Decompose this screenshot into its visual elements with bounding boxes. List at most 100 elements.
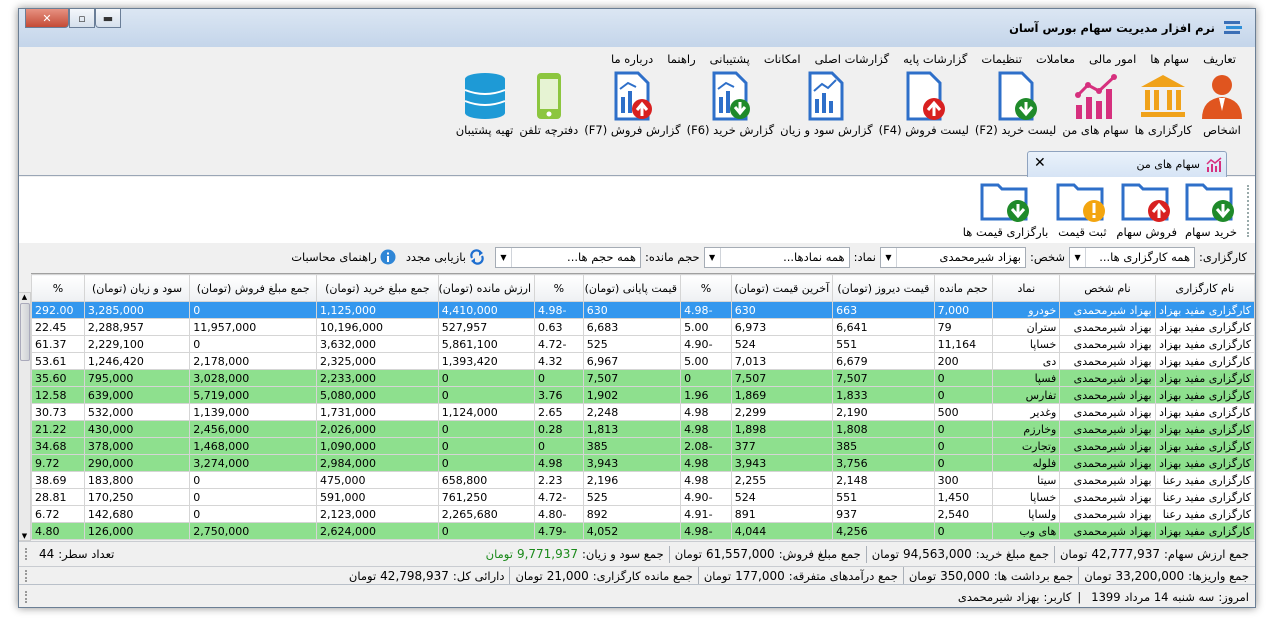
table-row[interactable]: کارگزاری مفید رعنا بهزاد شیرمحمدی سیتا 300 2… [31, 471, 1255, 489]
cell-total-sell[interactable]: 2,456,000 [189, 420, 318, 438]
cell-total-buy[interactable]: 1,090,000 [316, 437, 439, 455]
menu-tools[interactable]: امکانات [757, 50, 808, 68]
cell-final-price[interactable]: 6,967 [582, 352, 682, 370]
cell-last-percent[interactable]: 4.98 [680, 403, 732, 421]
cell-symbol[interactable]: تفارس [992, 386, 1061, 404]
cell-total-sell[interactable]: 11,957,000 [189, 318, 318, 336]
cell-total-sell[interactable]: 1,468,000 [189, 437, 318, 455]
col-last-percent[interactable]: % [680, 274, 732, 302]
cell-symbol[interactable]: وغدیر [992, 403, 1061, 421]
cell-broker[interactable]: کارگزاری مفید بهزاد [1154, 352, 1255, 370]
cell-remain-value[interactable]: 0 [437, 522, 536, 540]
cell-broker[interactable]: کارگزاری مفید بهزاد [1154, 420, 1255, 438]
cell-symbol[interactable]: ستران [992, 318, 1061, 336]
cell-total-sell[interactable]: 2,750,000 [189, 522, 318, 540]
cell-final-price[interactable]: 1,813 [582, 420, 682, 438]
cell-yesterday-price[interactable]: 6,679 [832, 352, 935, 370]
cell-remain-volume[interactable]: 300 [933, 471, 994, 489]
cell-yesterday-price[interactable]: 663 [832, 301, 935, 319]
cell-final-price[interactable]: 1,902 [582, 386, 682, 404]
refresh-button[interactable]: بازیابی مجدد [406, 249, 485, 265]
cell-person[interactable]: بهزاد شیرمحمدی [1059, 369, 1156, 387]
cell-broker[interactable]: کارگزاری مفید بهزاد [1154, 403, 1255, 421]
cell-final-percent[interactable]: 0.28 [534, 420, 584, 438]
cell-person[interactable]: بهزاد شیرمحمدی [1059, 301, 1156, 319]
cell-total-buy[interactable]: 5,080,000 [316, 386, 439, 404]
person-filter-select[interactable]: بهزاد شیرمحمدی ▼ [879, 246, 1026, 268]
cell-total-buy[interactable]: 2,026,000 [316, 420, 439, 438]
broker-filter-select[interactable]: همه کارگزاری ها... ▼ [1069, 246, 1196, 268]
cell-last-percent[interactable]: 5.00 [680, 318, 732, 336]
cell-last-price[interactable]: 1,898 [730, 420, 834, 438]
col-yesterday-price[interactable]: قیمت دیروز (تومان) [832, 274, 935, 302]
menu-trades[interactable]: معاملات [1029, 50, 1082, 68]
vertical-scrollbar[interactable]: ▲ ▼ [19, 292, 31, 541]
cell-yesterday-price[interactable]: 7,507 [832, 369, 935, 387]
cell-yesterday-price[interactable]: 6,641 [832, 318, 935, 336]
cell-broker[interactable]: کارگزاری مفید بهزاد [1154, 369, 1255, 387]
col-symbol[interactable]: نماد [992, 274, 1061, 302]
register-price-button[interactable]: ثبت قیمت [1052, 179, 1112, 239]
calc-help-button[interactable]: راهنمای محاسبات [291, 249, 396, 265]
col-total-buy[interactable]: جمع مبلغ خرید (تومان) [316, 274, 439, 302]
cell-profit-percent[interactable]: 30.73 [31, 403, 85, 421]
cell-last-price[interactable]: 2,255 [730, 471, 834, 489]
cell-yesterday-price[interactable]: 1,833 [832, 386, 935, 404]
cell-profit[interactable]: 532,000 [83, 403, 191, 421]
cell-last-price[interactable]: 524 [730, 335, 834, 353]
cell-profit[interactable]: 795,000 [83, 369, 191, 387]
cell-profit[interactable]: 290,000 [83, 454, 191, 472]
cell-broker[interactable]: کارگزاری مفید رعنا [1154, 488, 1255, 506]
cell-total-buy[interactable]: 1,731,000 [316, 403, 439, 421]
cell-yesterday-price[interactable]: 551 [832, 488, 935, 506]
cell-final-price[interactable]: 525 [582, 488, 682, 506]
cell-person[interactable]: بهزاد شیرمحمدی [1059, 386, 1156, 404]
menu-help[interactable]: راهنما [660, 50, 702, 68]
cell-final-percent[interactable]: -4.98 [534, 301, 584, 319]
cell-yesterday-price[interactable]: 2,190 [832, 403, 935, 421]
ribbon-sell-report-button[interactable]: گزارش فروش (F7) [581, 71, 683, 137]
cell-final-percent[interactable]: 4.98 [534, 454, 584, 472]
table-row[interactable]: کارگزاری مفید بهزاد بهزاد شیرمحمدی خودرو 7,… [31, 301, 1255, 319]
table-row[interactable]: کارگزاری مفید بهزاد بهزاد شیرمحمدی تفارس 0 1… [31, 386, 1255, 404]
cell-profit[interactable]: 3,285,000 [83, 301, 191, 319]
cell-total-sell[interactable]: 3,274,000 [189, 454, 318, 472]
cell-remain-volume[interactable]: 500 [933, 403, 994, 421]
cell-last-price[interactable]: 6,973 [730, 318, 834, 336]
cell-remain-value[interactable]: 527,957 [437, 318, 536, 336]
scroll-thumb[interactable] [20, 303, 30, 361]
cell-profit-percent[interactable]: 292.00 [31, 301, 85, 319]
cell-final-price[interactable]: 4,052 [582, 522, 682, 540]
cell-yesterday-price[interactable]: 4,256 [832, 522, 935, 540]
cell-profit-percent[interactable]: 12.58 [31, 386, 85, 404]
cell-final-price[interactable]: 7,507 [582, 369, 682, 387]
symbol-filter-select[interactable]: همه نمادها... ▼ [703, 246, 850, 268]
col-person[interactable]: نام شخص [1059, 274, 1156, 302]
cell-person[interactable]: بهزاد شیرمحمدی [1059, 403, 1156, 421]
resize-grip[interactable] [25, 590, 35, 603]
cell-remain-volume[interactable]: 11,164 [933, 335, 994, 353]
cell-profit[interactable]: 126,000 [83, 522, 191, 540]
cell-final-percent[interactable]: -4.72 [534, 335, 584, 353]
cell-total-sell[interactable]: 0 [189, 488, 318, 506]
menu-settings[interactable]: تنظیمات [974, 50, 1029, 68]
cell-final-price[interactable]: 892 [582, 505, 682, 523]
cell-last-percent[interactable]: 4.98 [680, 471, 732, 489]
col-profit-percent[interactable]: % [31, 274, 85, 302]
cell-final-price[interactable]: 2,196 [582, 471, 682, 489]
ribbon-sell-list-button[interactable]: لیست فروش (F4) [876, 71, 972, 137]
cell-remain-volume[interactable]: 7,000 [933, 301, 994, 319]
ribbon-brokers-button[interactable]: کارگزاری ها [1132, 71, 1195, 137]
cell-total-buy[interactable]: 2,123,000 [316, 505, 439, 523]
menu-definitions[interactable]: تعاریف [1196, 50, 1243, 68]
load-prices-button[interactable]: بارگزاری قیمت ها [959, 179, 1053, 239]
cell-symbol[interactable]: فلوله [992, 454, 1061, 472]
cell-last-percent[interactable]: 4.98 [680, 454, 732, 472]
cell-final-percent[interactable]: 0 [534, 369, 584, 387]
cell-remain-value[interactable]: 4,410,000 [437, 301, 536, 319]
cell-last-price[interactable]: 7,507 [730, 369, 834, 387]
cell-total-buy[interactable]: 2,624,000 [316, 522, 439, 540]
table-row[interactable]: کارگزاری مفید بهزاد بهزاد شیرمحمدی های وب 0… [31, 522, 1255, 540]
scroll-down-icon[interactable]: ▼ [19, 532, 30, 540]
cell-total-sell[interactable]: 0 [189, 301, 318, 319]
